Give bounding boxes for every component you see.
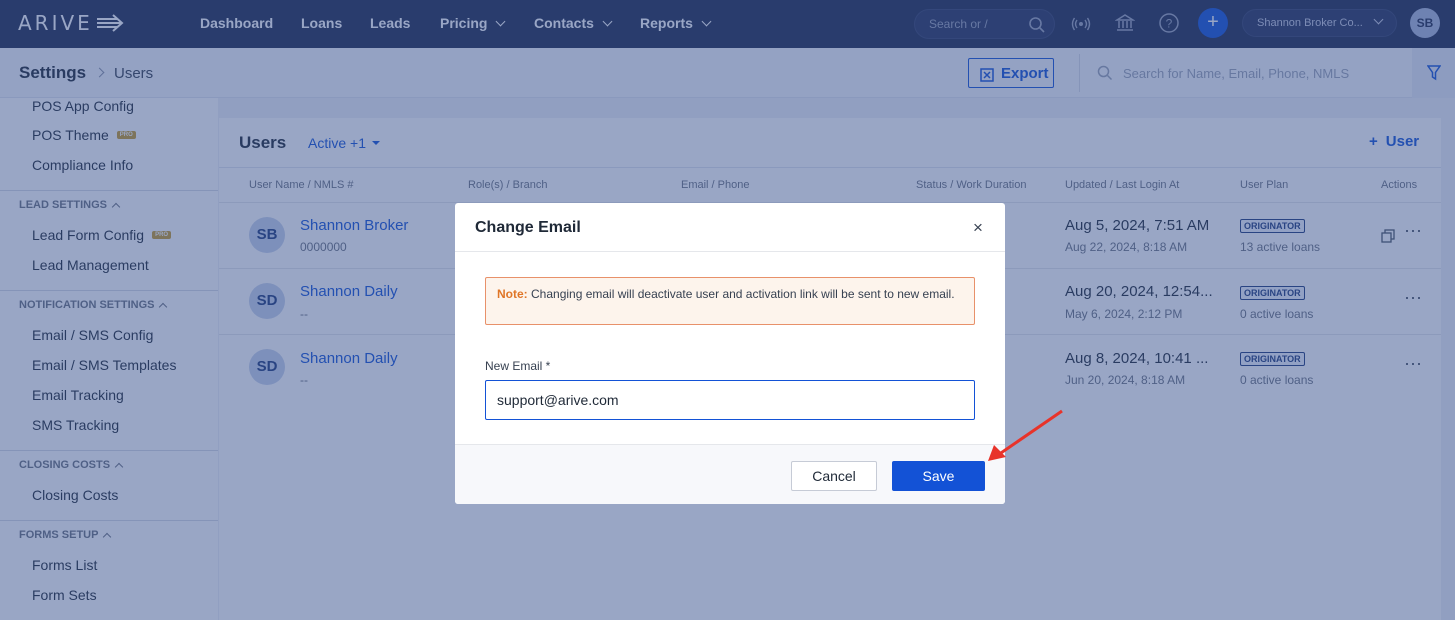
dialog-title: Change Email [475, 219, 581, 236]
dialog-header: Change Email × [455, 203, 1005, 252]
close-icon[interactable]: × [973, 219, 983, 236]
dialog-footer: Cancel Save [455, 444, 1005, 504]
new-email-field[interactable] [485, 380, 975, 420]
change-email-dialog: Change Email × Note: Changing email will… [455, 203, 1005, 504]
annotation-arrow-icon [988, 409, 1063, 461]
note-label: Note: [497, 287, 528, 301]
warning-note: Note: Changing email will deactivate use… [485, 277, 975, 325]
new-email-label: New Email * [485, 359, 551, 373]
cancel-button[interactable]: Cancel [791, 461, 877, 491]
note-text: Changing email will deactivate user and … [527, 287, 955, 301]
save-button[interactable]: Save [892, 461, 985, 491]
